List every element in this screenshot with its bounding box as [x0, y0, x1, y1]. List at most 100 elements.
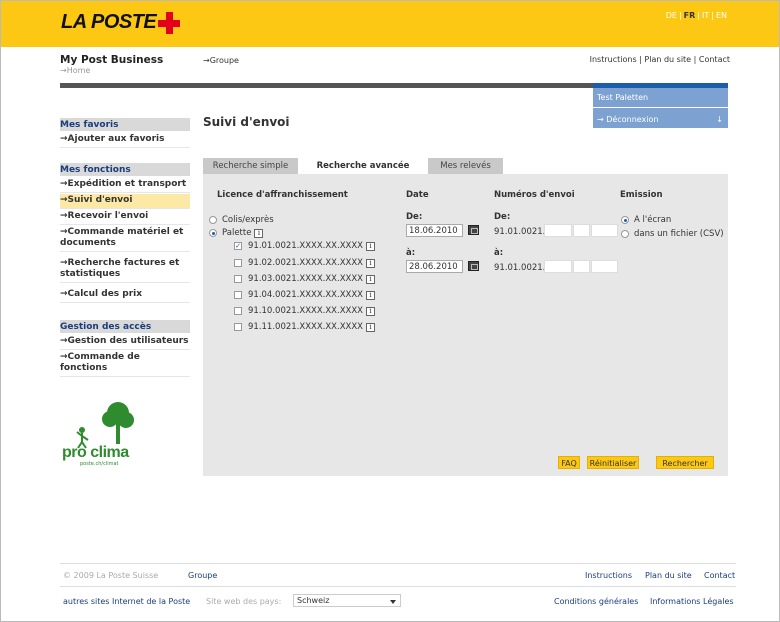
sidebar-item-recherche-factures[interactable]: →Recherche factures et statistiques — [60, 257, 190, 283]
search-button[interactable]: Rechercher — [656, 456, 714, 469]
licence-row[interactable]: ✓ 91.01.0021.XXXX.XX.XXXX i — [234, 241, 376, 251]
la-poste-logo[interactable]: LA POSTE — [61, 11, 181, 34]
top-links: Instructions | Plan du site | Contact — [589, 55, 730, 64]
search-panel: Licence d'affranchissement Date Numéros … — [203, 174, 728, 476]
checkbox[interactable] — [234, 307, 242, 315]
date-from-label: De: — [406, 212, 423, 222]
licence-row[interactable]: 91.10.0021.XXXX.XX.XXXX i — [234, 306, 376, 316]
licence-row[interactable]: 91.03.0021.XXXX.XX.XXXX i — [234, 274, 376, 284]
checkbox-checked[interactable]: ✓ — [234, 242, 242, 250]
faq-button[interactable]: FAQ — [558, 456, 580, 469]
lang-en[interactable]: EN — [716, 11, 727, 20]
contact-link[interactable]: Contact — [699, 55, 730, 64]
info-icon[interactable]: i — [366, 306, 376, 316]
number-prefix: 91.01.0021. — [494, 263, 546, 273]
checkbox[interactable] — [234, 259, 242, 267]
footer-contact-link[interactable]: Contact — [704, 571, 735, 580]
group-link[interactable]: →Groupe — [203, 56, 239, 65]
number-from-field-2[interactable] — [573, 224, 590, 237]
info-icon[interactable]: i — [366, 322, 376, 332]
access-heading: Gestion des accès — [60, 320, 190, 334]
date-from-input[interactable]: 18.06.2010 — [406, 224, 463, 237]
radio-colis[interactable]: Colis/exprès — [209, 215, 274, 225]
radio-emission-file[interactable]: dans un fichier (CSV) — [621, 229, 724, 239]
tab-recherche-simple[interactable]: Recherche simple — [203, 158, 298, 174]
breadcrumb[interactable]: →Home — [60, 66, 90, 75]
language-switcher: DE | FR | IT | EN — [665, 11, 727, 20]
sidebar-item-commande-fonctions[interactable]: →Commande de fonctions — [60, 351, 190, 377]
number-to-label: à: — [494, 248, 504, 258]
licence-heading: Licence d'affranchissement — [217, 190, 348, 200]
checkbox[interactable] — [234, 291, 242, 299]
number-from-field-1[interactable] — [544, 224, 572, 237]
calendar-icon[interactable] — [468, 261, 479, 271]
tab-recherche-avancee[interactable]: Recherche avancée — [303, 158, 423, 175]
date-to-label: à: — [406, 248, 416, 258]
sidebar-item-calcul-prix[interactable]: →Calcul des prix — [60, 288, 190, 303]
user-name: Test Paletten — [597, 93, 649, 102]
sidebar-item-recevoir[interactable]: →Recevoir l'envoi — [60, 210, 190, 225]
swiss-cross-icon — [158, 11, 181, 34]
calendar-icon[interactable] — [468, 225, 479, 235]
number-prefix: 91.01.0021. — [494, 227, 546, 237]
radio-button-selected[interactable] — [209, 229, 217, 237]
tab-mes-releves[interactable]: Mes relevés — [428, 158, 503, 174]
radio-button[interactable] — [209, 216, 217, 224]
date-to-input[interactable]: 28.06.2010 — [406, 260, 463, 273]
checkbox[interactable] — [234, 323, 242, 331]
instructions-link[interactable]: Instructions — [590, 55, 637, 64]
date-heading: Date — [406, 190, 429, 200]
pro-clima-logo[interactable]: pro clima poste.ch/climat — [60, 400, 160, 470]
number-to-field-3[interactable] — [591, 260, 618, 273]
divider-bar — [60, 83, 593, 88]
info-icon[interactable]: i — [366, 274, 376, 284]
footer-divider — [60, 563, 736, 564]
sitemap-link[interactable]: Plan du site — [644, 55, 691, 64]
info-icon[interactable]: i — [366, 258, 376, 268]
page-title: Suivi d'envoi — [203, 115, 290, 129]
reset-button[interactable]: Réinitialiser — [587, 456, 639, 469]
footer-instructions-link[interactable]: Instructions — [585, 571, 632, 580]
conditions-link[interactable]: Conditions générales — [554, 597, 638, 606]
info-icon[interactable]: i — [366, 241, 376, 251]
chevron-down-icon — [390, 600, 396, 604]
logout-link[interactable]: → Déconnexion — [597, 115, 658, 124]
country-select[interactable]: Schweiz — [293, 594, 401, 607]
sidebar-item-commande-materiel[interactable]: →Commande matériel et documents — [60, 226, 190, 252]
sidebar-item-expedition[interactable]: →Expédition et transport — [60, 178, 190, 193]
info-icon[interactable]: i — [366, 290, 376, 300]
footer-sitemap-link[interactable]: Plan du site — [645, 571, 692, 580]
radio-button-selected[interactable] — [621, 216, 629, 224]
pro-clima-text: pro clima — [62, 444, 129, 461]
footer-group-link[interactable]: Groupe — [188, 571, 217, 580]
favorites-heading: Mes favoris — [60, 118, 190, 132]
checkbox[interactable] — [234, 275, 242, 283]
sidebar-item-gestion-utilisateurs[interactable]: →Gestion des utilisateurs — [60, 335, 190, 350]
number-from-label: De: — [494, 212, 511, 222]
brand-title: My Post Business — [60, 54, 164, 66]
radio-emission-screen[interactable]: A l'écran — [621, 215, 671, 225]
radio-palette[interactable]: Palette i — [209, 228, 264, 238]
lang-fr[interactable]: FR — [684, 11, 696, 20]
header-bar: LA POSTE DE | FR | IT | EN — [1, 1, 779, 47]
lang-it[interactable]: IT — [702, 11, 709, 20]
user-panel: Test Paletten → Déconnexion ↓ — [593, 88, 728, 128]
other-sites-link[interactable]: autres sites Internet de la Poste — [63, 597, 190, 606]
arrow-down-icon[interactable]: ↓ — [716, 115, 723, 124]
radio-button[interactable] — [621, 230, 629, 238]
add-favorite-link[interactable]: →Ajouter aux favoris — [60, 133, 190, 148]
number-to-field-1[interactable] — [544, 260, 572, 273]
footer-divider — [60, 586, 736, 587]
lang-de[interactable]: DE — [666, 11, 677, 20]
numbers-heading: Numéros d'envoi — [494, 190, 575, 200]
sidebar-item-suivi[interactable]: →Suivi d'envoi — [60, 194, 190, 209]
licence-row[interactable]: 91.11.0021.XXXX.XX.XXXX i — [234, 322, 376, 332]
licence-row[interactable]: 91.04.0021.XXXX.XX.XXXX i — [234, 290, 376, 300]
number-from-field-3[interactable] — [591, 224, 618, 237]
info-icon[interactable]: i — [254, 228, 264, 238]
copyright: © 2009 La Poste Suisse — [63, 571, 159, 580]
licence-row[interactable]: 91.02.0021.XXXX.XX.XXXX i — [234, 258, 376, 268]
number-to-field-2[interactable] — [573, 260, 590, 273]
functions-heading: Mes fonctions — [60, 163, 190, 177]
legal-link[interactable]: Informations Légales — [650, 597, 734, 606]
